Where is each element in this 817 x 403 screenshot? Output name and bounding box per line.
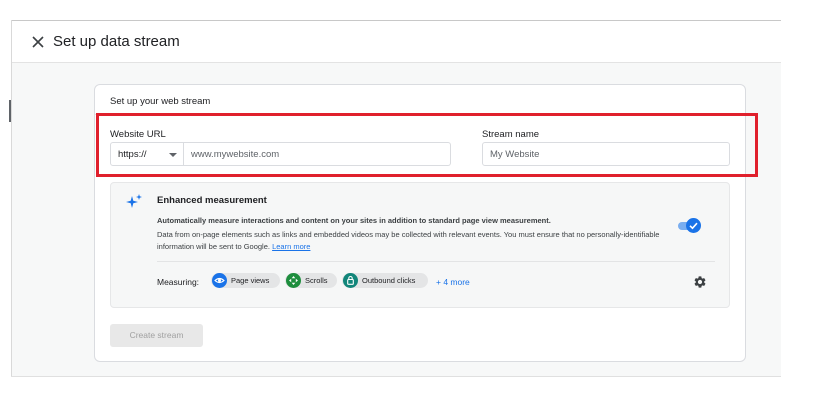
enhanced-measurement-divider <box>157 261 715 262</box>
card-divider <box>95 114 745 115</box>
dialog-header: Set up data stream <box>12 21 781 63</box>
enhanced-measurement-title: Enhanced measurement <box>157 195 267 206</box>
close-icon[interactable] <box>30 34 46 50</box>
chip-page-views[interactable]: Page views <box>211 273 280 288</box>
scroll-arrows-icon <box>286 273 301 288</box>
chip-label: Outbound clicks <box>362 276 416 285</box>
more-events-link[interactable]: + 4 more <box>436 277 470 287</box>
create-stream-button[interactable]: Create stream <box>110 324 203 347</box>
dialog-title: Set up data stream <box>53 33 180 50</box>
card-title: Set up your web stream <box>110 96 211 107</box>
window-bottom-border <box>11 376 781 377</box>
chip-outbound-clicks[interactable]: Outbound clicks <box>342 273 428 288</box>
chip-label: Scrolls <box>305 276 328 285</box>
close-button[interactable] <box>30 34 46 50</box>
protocol-select[interactable]: https:// <box>110 142 184 166</box>
left-edge-marker <box>9 100 11 122</box>
measuring-label: Measuring: <box>157 277 200 287</box>
protocol-value: https:// <box>118 149 147 160</box>
chip-label: Page views <box>231 276 270 285</box>
enhanced-measurement-description: Automatically measure interactions and c… <box>157 216 551 225</box>
toggle-knob <box>686 218 701 233</box>
check-icon <box>689 222 698 230</box>
chip-scrolls[interactable]: Scrolls <box>285 273 337 288</box>
learn-more-link[interactable]: Learn more <box>272 242 310 251</box>
enhanced-measurement-note: Data from on-page elements such as links… <box>157 230 660 251</box>
enhanced-measurement-panel: Enhanced measurement Automatically measu… <box>110 182 730 308</box>
website-url-input[interactable] <box>184 142 451 166</box>
chevron-down-icon <box>169 153 177 157</box>
website-url-label: Website URL <box>110 129 166 140</box>
stream-name-input[interactable] <box>482 142 730 166</box>
web-stream-card: Set up your web stream Website URL https… <box>94 84 746 362</box>
sparkle-icon <box>126 194 142 208</box>
enhanced-measurement-note-block: Data from on-page elements such as links… <box>157 229 677 253</box>
enhanced-measurement-toggle[interactable] <box>678 218 702 234</box>
eye-icon <box>212 273 227 288</box>
lock-icon <box>343 273 358 288</box>
gear-icon[interactable] <box>693 275 707 289</box>
stream-name-label: Stream name <box>482 129 540 140</box>
